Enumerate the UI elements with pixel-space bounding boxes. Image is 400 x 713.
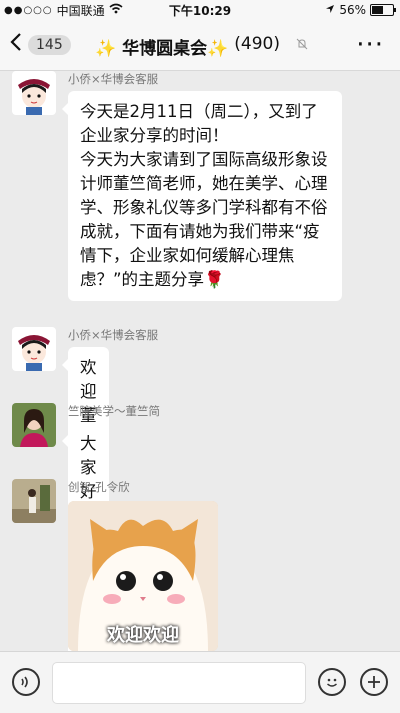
chat-title: ✨ 华博圆桌会✨ (490) xyxy=(95,34,280,59)
more-icon[interactable]: ··· xyxy=(356,30,384,60)
chevron-left-icon xyxy=(10,32,22,57)
mute-bell-icon xyxy=(296,38,308,53)
member-count: (490) xyxy=(234,34,280,54)
plus-icon[interactable] xyxy=(360,668,388,696)
avatar[interactable] xyxy=(12,327,56,371)
battery-fill xyxy=(372,6,383,14)
input-bar xyxy=(0,651,400,713)
chat-header: 145 ✨ 华博圆桌会✨ (490) ··· xyxy=(0,20,400,71)
avatar[interactable] xyxy=(12,71,56,115)
sender-name: 小侨×华博会客服 xyxy=(68,328,159,342)
sticker-caption: 欢迎欢迎 xyxy=(107,625,179,646)
sender-name: 竺院美学～董竺简 xyxy=(68,404,160,418)
avatar[interactable] xyxy=(12,403,56,447)
battery-icon xyxy=(370,4,396,16)
message-list[interactable]: 小侨×华博会客服 今天是2月11日（周二），又到了企业家分享的时间！ 今天为大家… xyxy=(0,71,400,651)
status-bar: ●●○○○ 中国联通 下午10:29 56% xyxy=(0,0,400,20)
sticker-image[interactable]: 欢迎欢迎 xyxy=(68,501,218,651)
sender-name: 小侨×华博会客服 xyxy=(68,72,159,86)
group-name: ✨ 华博圆桌会✨ xyxy=(95,39,229,59)
status-right: 56% xyxy=(325,3,396,17)
sender-name: 创智-孔令欣 xyxy=(68,480,130,494)
emoji-icon[interactable] xyxy=(318,668,346,696)
unread-count-badge: 145 xyxy=(28,34,71,55)
message-bubble[interactable]: 今天是2月11日（周二），又到了企业家分享的时间！ 今天为大家请到了国际高级形象… xyxy=(62,91,342,301)
battery-percent: 56% xyxy=(339,3,366,17)
message-input[interactable] xyxy=(52,662,306,704)
back-button[interactable]: 145 xyxy=(10,32,71,57)
location-icon xyxy=(325,3,335,17)
avatar[interactable] xyxy=(12,479,56,523)
voice-icon[interactable] xyxy=(12,668,40,696)
